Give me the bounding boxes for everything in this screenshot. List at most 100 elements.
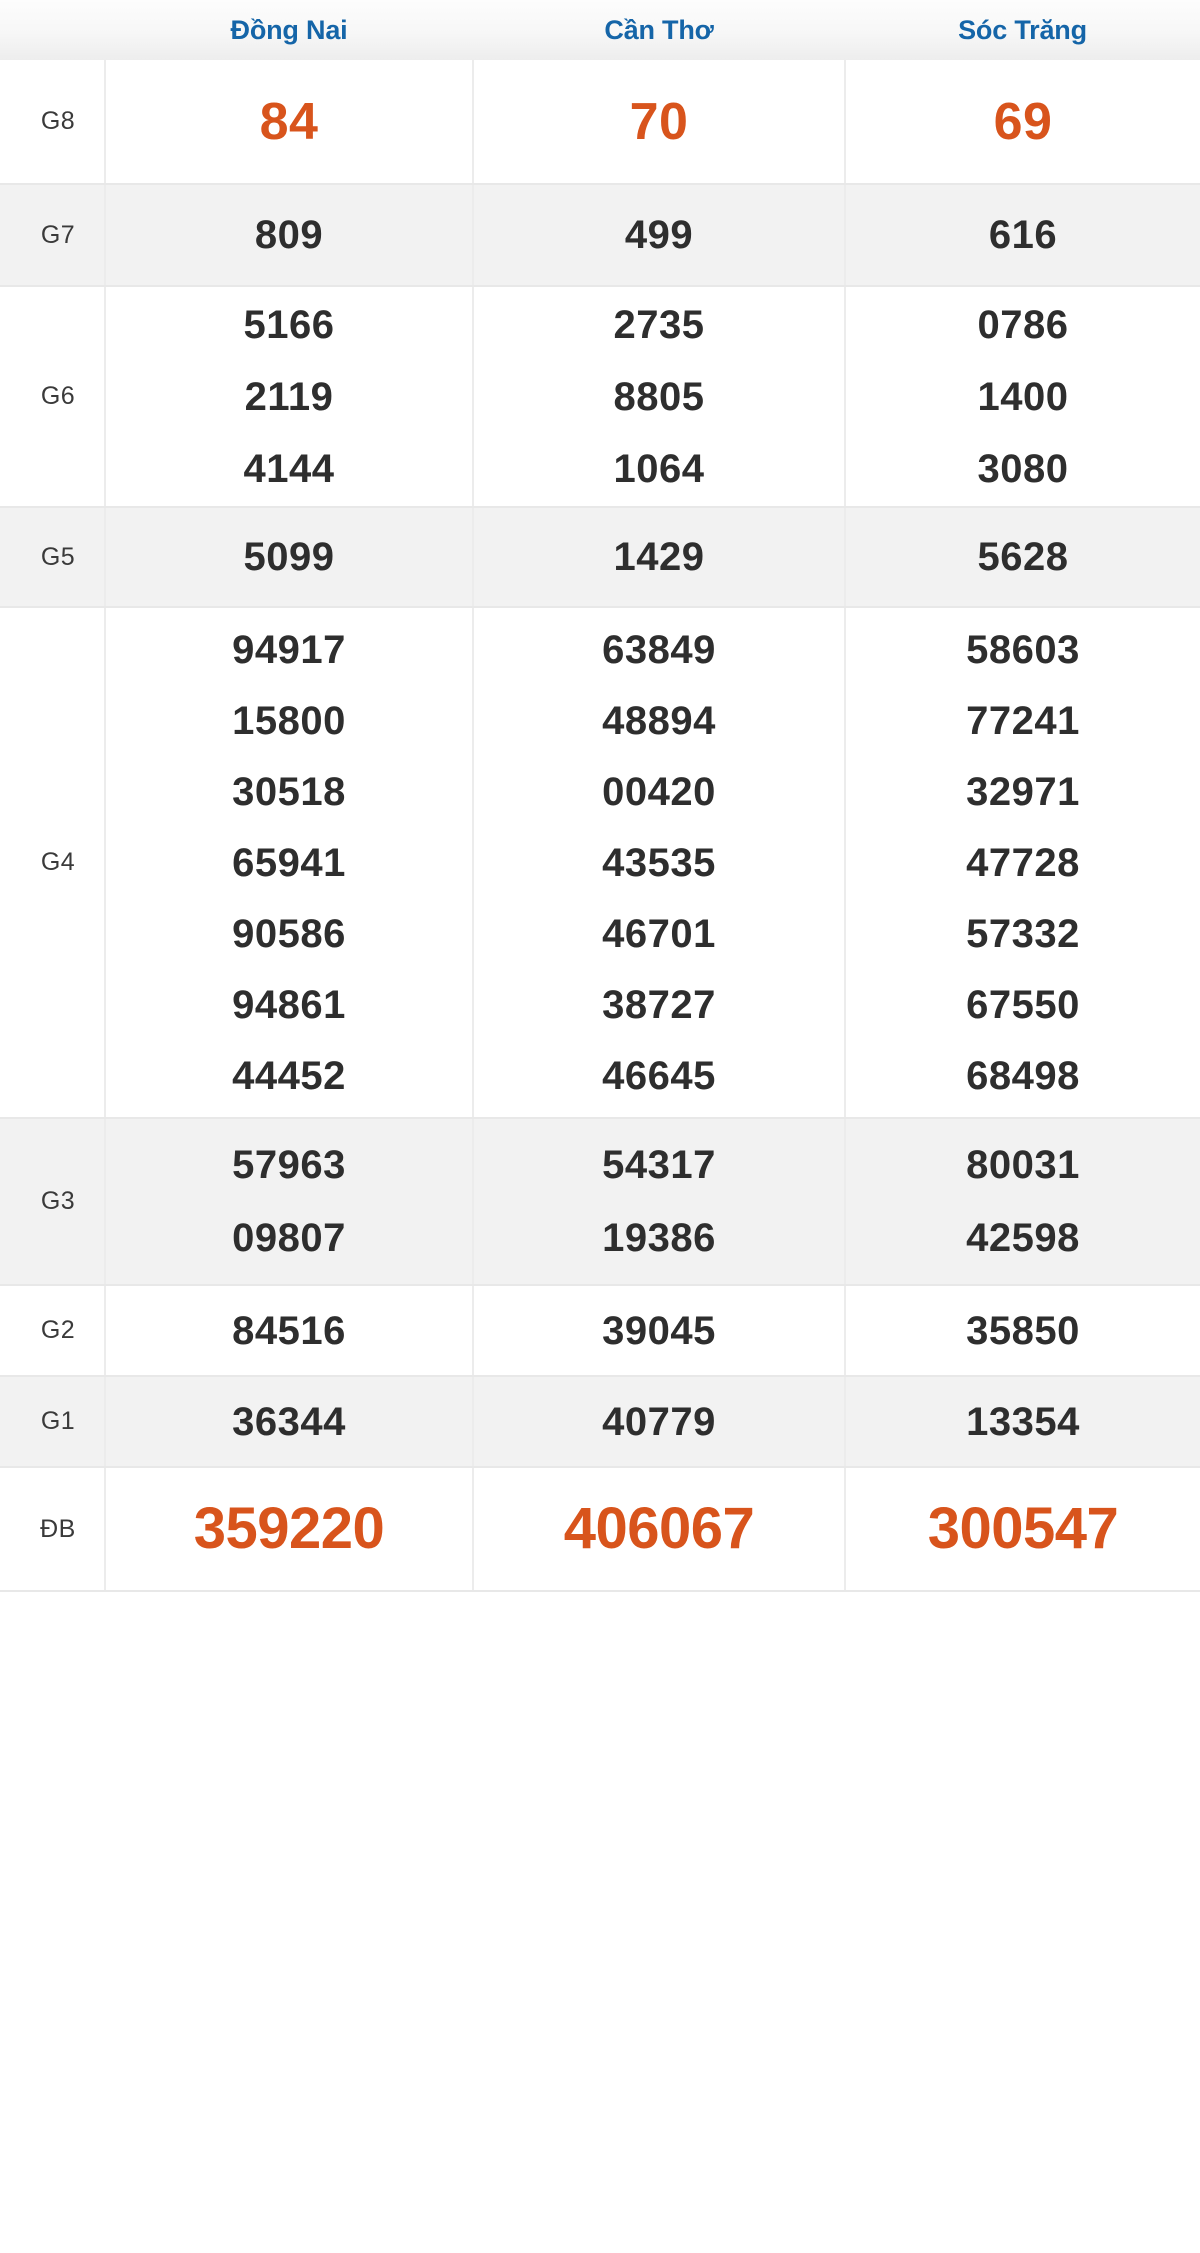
number-stack: 2735 8805 1064	[474, 305, 844, 489]
prize-label-g4: G4	[0, 607, 105, 1119]
lottery-number: 48894	[602, 698, 716, 743]
number-stack: 84516	[106, 1311, 472, 1351]
cell-g2-soc-trang: 35850	[844, 1285, 1200, 1377]
lottery-number: 54317	[602, 1143, 716, 1187]
table-row: G4 94917 15800 30518 65941 90586 94861 44452 638…	[0, 607, 1200, 1119]
lottery-number: 44452	[232, 1053, 346, 1098]
lottery-number: 69	[993, 92, 1053, 151]
lottery-number: 58603	[966, 627, 1080, 672]
cell-g7-soc-trang: 616	[844, 184, 1200, 287]
number-stack: 5166 2119 4144	[106, 305, 472, 489]
lottery-number: 46645	[602, 1053, 716, 1098]
lottery-results-table: Đồng Nai Cần Thơ Sóc Trăng G8 84 70 69 G7 809…	[0, 0, 1200, 1592]
prize-label-g1: G1	[0, 1376, 105, 1468]
lottery-number: 40779	[602, 1399, 716, 1444]
lottery-number: 359220	[193, 1496, 385, 1561]
lottery-number: 65941	[232, 840, 346, 885]
header-province-can-tho[interactable]: Cần Thơ	[473, 0, 845, 60]
lottery-number: 36344	[232, 1399, 346, 1444]
table-row: G7 809 499 616	[0, 184, 1200, 287]
table-row: G6 5166 2119 4144 2735 8805 1064 0786 1400 3080	[0, 286, 1200, 508]
cell-db-soc-trang: 300547	[844, 1467, 1200, 1592]
number-stack: 36344	[106, 1402, 472, 1442]
cell-g5-soc-trang: 5628	[844, 507, 1200, 608]
number-stack: 0786 1400 3080	[846, 305, 1200, 489]
header-row: Đồng Nai Cần Thơ Sóc Trăng	[0, 0, 1200, 60]
lottery-number: 1064	[613, 446, 705, 491]
header-province-dong-nai[interactable]: Đồng Nai	[105, 0, 473, 60]
number-stack: 57963 09807	[106, 1145, 472, 1258]
lottery-number: 94861	[232, 982, 346, 1027]
cell-g1-can-tho: 40779	[472, 1376, 845, 1468]
lottery-number: 47728	[966, 840, 1080, 885]
lottery-number: 0786	[977, 302, 1069, 347]
cell-g5-can-tho: 1429	[472, 507, 845, 608]
table-row: G8 84 70 69	[0, 60, 1200, 185]
header-province-soc-trang[interactable]: Sóc Trăng	[845, 0, 1200, 60]
lottery-number: 3080	[977, 446, 1069, 491]
lottery-number: 68498	[966, 1053, 1080, 1098]
lottery-number: 5628	[977, 535, 1069, 579]
table-header: Đồng Nai Cần Thơ Sóc Trăng	[0, 0, 1200, 60]
header-prize-label-column	[0, 0, 105, 60]
number-stack: 70	[474, 96, 844, 148]
lottery-number: 00420	[602, 769, 716, 814]
lottery-number: 70	[629, 92, 689, 151]
lottery-number: 39045	[602, 1308, 716, 1353]
cell-g7-dong-nai: 809	[104, 184, 473, 287]
lottery-number: 15800	[232, 698, 346, 743]
number-stack: 54317 19386	[474, 1145, 844, 1258]
lottery-number: 80031	[966, 1143, 1080, 1187]
lottery-number: 5099	[243, 535, 335, 579]
lottery-number: 77241	[966, 698, 1080, 743]
cell-g1-soc-trang: 13354	[844, 1376, 1200, 1468]
lottery-number: 8805	[613, 374, 705, 419]
lottery-number: 499	[624, 213, 694, 257]
number-stack: 809	[106, 215, 472, 255]
cell-g4-dong-nai: 94917 15800 30518 65941 90586 94861 44452	[104, 607, 473, 1119]
cell-g5-dong-nai: 5099	[104, 507, 473, 608]
number-stack: 39045	[474, 1311, 844, 1351]
table-row: G5 5099 1429 5628	[0, 507, 1200, 608]
cell-g8-can-tho: 70	[472, 60, 845, 185]
number-stack: 616	[846, 215, 1200, 255]
lottery-number: 38727	[602, 982, 716, 1027]
cell-g3-dong-nai: 57963 09807	[104, 1118, 473, 1286]
lottery-number: 2735	[613, 302, 705, 347]
table-row: G3 57963 09807 54317 19386 80031 42598	[0, 1118, 1200, 1286]
prize-label-g7: G7	[0, 184, 105, 287]
number-stack: 5099	[106, 537, 472, 577]
number-stack: 69	[846, 96, 1200, 148]
cell-g7-can-tho: 499	[472, 184, 845, 287]
lottery-number: 1400	[977, 374, 1069, 419]
prize-label-g3: G3	[0, 1118, 105, 1286]
number-stack: 84	[106, 96, 472, 148]
lottery-number: 67550	[966, 982, 1080, 1027]
prize-label-g8: G8	[0, 60, 105, 185]
cell-g8-dong-nai: 84	[104, 60, 473, 185]
lottery-number: 2119	[244, 374, 334, 419]
number-stack: 40779	[474, 1402, 844, 1442]
lottery-number: 42598	[966, 1216, 1080, 1260]
cell-g6-can-tho: 2735 8805 1064	[472, 286, 845, 508]
lottery-number: 4144	[243, 446, 335, 491]
table-body: G8 84 70 69 G7 809 499 616 G6 5166 2119 4144 2735 880…	[0, 60, 1200, 1592]
prize-label-db: ĐB	[0, 1467, 105, 1592]
number-stack: 1429	[474, 537, 844, 577]
number-stack: 63849 48894 00420 43535 46701 38727 46645	[474, 630, 844, 1096]
lottery-number: 09807	[232, 1216, 346, 1260]
number-stack: 80031 42598	[846, 1145, 1200, 1258]
number-stack: 300547	[846, 1500, 1200, 1558]
lottery-number: 43535	[602, 840, 716, 885]
lottery-number: 30518	[232, 769, 346, 814]
lottery-number: 84516	[232, 1308, 346, 1353]
cell-g3-can-tho: 54317 19386	[472, 1118, 845, 1286]
lottery-number: 57332	[966, 911, 1080, 956]
cell-g4-soc-trang: 58603 77241 32971 47728 57332 67550 68498	[844, 607, 1200, 1119]
lottery-number: 809	[254, 213, 324, 257]
lottery-number: 1429	[613, 535, 705, 579]
cell-g3-soc-trang: 80031 42598	[844, 1118, 1200, 1286]
number-stack: 94917 15800 30518 65941 90586 94861 44452	[106, 630, 472, 1096]
lottery-number: 616	[988, 213, 1058, 257]
number-stack: 35850	[846, 1311, 1200, 1351]
